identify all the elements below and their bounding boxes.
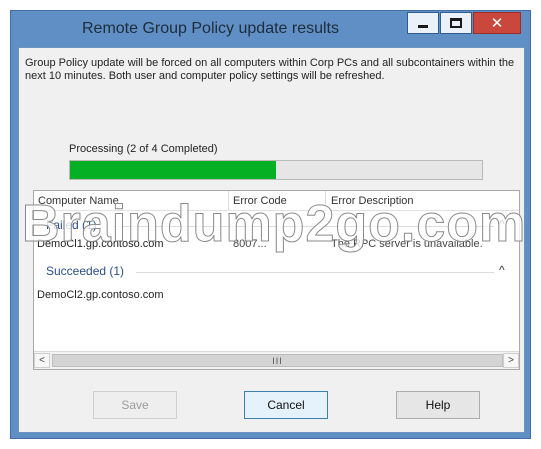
scroll-grip-icon: III xyxy=(272,355,283,366)
close-icon: ✕ xyxy=(490,14,504,32)
dialog-window: Remote Group Policy update results ✕ Gro… xyxy=(10,10,531,439)
dialog-body: Group Policy update will be forced on al… xyxy=(18,47,525,433)
scroll-thumb[interactable]: III xyxy=(52,354,503,367)
maximize-button[interactable] xyxy=(440,12,472,34)
minimize-button[interactable] xyxy=(407,12,439,34)
horizontal-scrollbar[interactable]: < III > xyxy=(34,351,519,369)
group-divider xyxy=(114,226,494,227)
scroll-left-arrow-icon[interactable]: < xyxy=(34,353,50,368)
group-header-failed[interactable]: Failed (1) xyxy=(46,218,97,232)
minimize-icon xyxy=(418,24,428,28)
row-computer-name: DemoCl1.gp.contoso.com xyxy=(37,238,164,250)
row-error-code: 8007... xyxy=(233,238,267,250)
row-error-description: The RPC server is unavailable. xyxy=(331,238,483,250)
close-button[interactable]: ✕ xyxy=(473,12,521,34)
help-button[interactable]: Help xyxy=(396,391,480,419)
column-separator[interactable] xyxy=(228,191,229,211)
progress-bar xyxy=(69,160,483,180)
list-header: Computer Name Error Code Error Descripti… xyxy=(34,191,519,211)
cancel-button[interactable]: Cancel xyxy=(244,391,328,419)
progress-bar-fill xyxy=(70,161,276,179)
maximize-icon xyxy=(450,18,462,28)
scroll-right-arrow-icon[interactable]: > xyxy=(503,353,519,368)
results-list[interactable]: Computer Name Error Code Error Descripti… xyxy=(33,190,520,370)
column-header-error-code[interactable]: Error Code xyxy=(233,195,287,207)
progress-label: Processing (2 of 4 Completed) xyxy=(69,143,218,155)
window-title: Remote Group Policy update results xyxy=(81,20,339,37)
column-header-computer-name[interactable]: Computer Name xyxy=(38,195,119,207)
group-divider xyxy=(136,272,494,273)
collapse-chevron-icon[interactable]: ^ xyxy=(499,217,505,231)
save-button[interactable]: Save xyxy=(93,391,177,419)
row-computer-name: DemoCl2.gp.contoso.com xyxy=(37,289,164,301)
column-separator[interactable] xyxy=(325,191,326,211)
title-bar[interactable]: Remote Group Policy update results ✕ xyxy=(11,11,530,47)
collapse-chevron-icon[interactable]: ^ xyxy=(499,263,505,277)
column-header-error-description[interactable]: Error Description xyxy=(331,195,414,207)
group-header-succeeded[interactable]: Succeeded (1) xyxy=(46,264,124,278)
info-text: Group Policy update will be forced on al… xyxy=(25,57,515,82)
